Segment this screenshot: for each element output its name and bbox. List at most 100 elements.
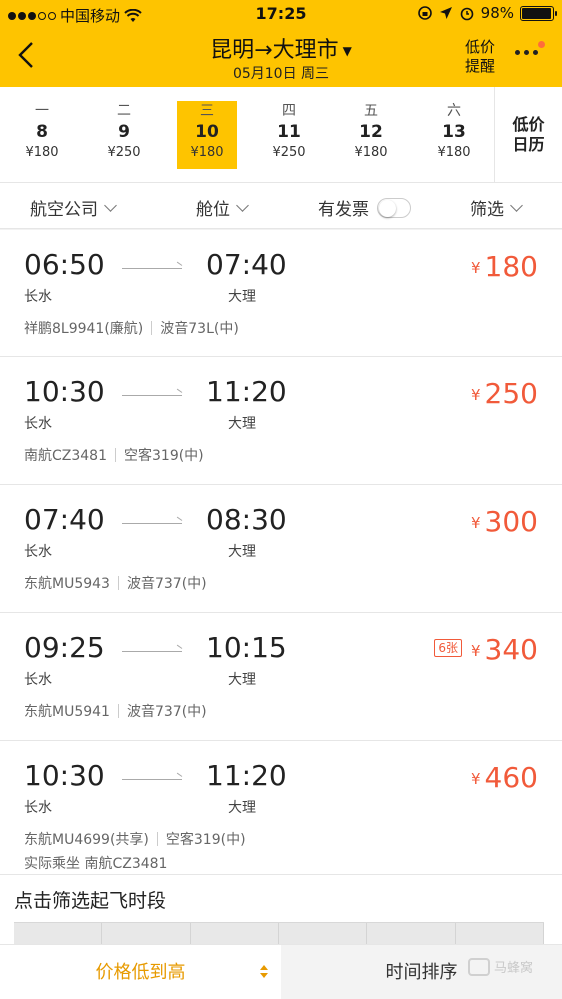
airline-filter[interactable]: 航空公司	[30, 195, 117, 220]
route-arrow-icon	[122, 523, 182, 524]
airline-flight-number: 祥鹏8L9941(廉航)	[24, 321, 144, 337]
weekday: 六	[447, 103, 461, 119]
route-arrow-icon	[122, 395, 182, 396]
flight-details: 东航MU5941 波音737(中)	[24, 701, 207, 721]
departure-time: 06:50	[24, 248, 105, 281]
sort-by-price-label: 价格低到高	[95, 962, 186, 983]
low-price-alert-button[interactable]: 低价提醒	[458, 38, 502, 76]
top-bar: 中国移动 17:25 98% 昆明→大理市 ▼ 05月10日 周三 低价提醒	[0, 0, 562, 87]
sort-bar: 价格低到高 时间排序 马蜂窝	[0, 944, 562, 999]
invoice-toggle[interactable]	[377, 197, 411, 218]
date-item[interactable]: 四 11 ¥250	[259, 101, 319, 169]
watermark-text: 马蜂窝	[494, 961, 534, 976]
flight-price: ¥250	[471, 377, 538, 410]
flight-price: ¥300	[471, 505, 538, 538]
dropdown-caret-icon: ▼	[342, 44, 352, 58]
aircraft-type: 波音737(中)	[126, 576, 207, 592]
flight-card[interactable]: 06:50 07:40 长水 大理 ¥180 祥鹏8L9941(廉航) 波音73…	[0, 230, 562, 357]
low-price-calendar-button[interactable]: 低价日历	[494, 87, 562, 183]
chevron-down-icon	[510, 198, 523, 212]
route-title-text: 昆明→大理市	[210, 38, 339, 63]
day-number: 8	[36, 122, 48, 142]
day-number: 12	[359, 122, 383, 142]
arrival-airport: 大理	[228, 800, 256, 816]
flight-list: 06:50 07:40 长水 大理 ¥180 祥鹏8L9941(廉航) 波音73…	[0, 230, 562, 875]
date-item[interactable]: 五 12 ¥180	[341, 101, 401, 169]
departure-airport: 长水	[24, 416, 52, 432]
divider	[117, 576, 119, 590]
arrival-airport: 大理	[228, 289, 256, 305]
departure-airport: 长水	[24, 800, 52, 816]
sort-by-price-tab[interactable]: 价格低到高	[0, 945, 281, 999]
arrival-time: 11:20	[206, 375, 287, 408]
status-right: 98%	[417, 4, 557, 22]
flight-card[interactable]: 07:40 08:30 长水 大理 ¥300 东航MU5943 波音737(中)	[0, 485, 562, 613]
flight-card[interactable]: 09:25 10:15 长水 大理 6张 ¥340 东航MU5941 波音737…	[0, 613, 562, 741]
currency-symbol: ¥	[471, 514, 481, 532]
day-number: 10	[195, 122, 219, 142]
route-arrow-icon	[122, 268, 182, 269]
invoice-filter: 有发票	[318, 195, 411, 220]
flight-details: 东航MU4699(共享) 空客319(中)	[24, 829, 246, 849]
divider	[151, 321, 153, 335]
date-item[interactable]: 六 13 ¥180	[424, 101, 484, 169]
airline-filter-label: 航空公司	[30, 200, 98, 220]
arrival-airport: 大理	[228, 672, 256, 688]
flight-details: 东航MU5943 波音737(中)	[24, 573, 207, 593]
currency-symbol: ¥	[471, 386, 481, 404]
aircraft-type: 空客319(中)	[124, 448, 204, 464]
more-filter[interactable]: 筛选	[470, 195, 523, 220]
departure-time: 07:40	[24, 503, 105, 536]
price-value: 340	[484, 633, 538, 666]
divider	[156, 832, 158, 846]
departure-airport: 长水	[24, 544, 52, 560]
actual-carrier: 实际乘坐 南航CZ3481	[24, 856, 168, 872]
date-item[interactable]: 一 8 ¥180	[12, 101, 72, 169]
price-value: 250	[484, 377, 538, 410]
date-item[interactable]: 二 9 ¥250	[94, 101, 154, 169]
status-bar: 中国移动 17:25 98%	[0, 0, 562, 28]
departure-time: 10:30	[24, 759, 105, 792]
more-icon[interactable]	[515, 50, 538, 55]
arrival-airport: 大理	[228, 416, 256, 432]
invoice-label: 有发票	[318, 200, 369, 220]
chevron-down-icon	[104, 198, 117, 212]
day-number: 11	[277, 122, 301, 142]
currency-symbol: ¥	[471, 259, 481, 277]
flight-price: ¥340	[471, 633, 538, 666]
departure-airport: 长水	[24, 672, 52, 688]
departure-airport: 长水	[24, 289, 52, 305]
airline-flight-number: 东航MU5943	[24, 576, 110, 592]
battery-percent: 98%	[480, 4, 514, 22]
day-number: 9	[118, 122, 130, 142]
watermark-logo: 马蜂窝	[468, 957, 533, 976]
cabin-filter[interactable]: 舱位	[196, 195, 249, 220]
currency-symbol: ¥	[471, 642, 481, 660]
departure-time: 10:30	[24, 375, 105, 408]
flight-card[interactable]: 10:30 11:20 长水 大理 ¥460 东航MU4699(共享) 空客31…	[0, 741, 562, 875]
day-number: 13	[442, 122, 466, 142]
arrival-time: 11:20	[206, 759, 287, 792]
weekday: 四	[282, 103, 296, 119]
divider	[115, 448, 116, 462]
notification-dot	[538, 41, 545, 48]
flight-details: 祥鹏8L9941(廉航) 波音73L(中)	[24, 318, 239, 338]
arrival-time: 08:30	[206, 503, 287, 536]
filter-label: 筛选	[470, 200, 504, 220]
weekday: 一	[35, 103, 49, 119]
day-price: ¥250	[107, 145, 141, 160]
route-arrow-icon	[122, 651, 182, 652]
currency-symbol: ¥	[471, 770, 481, 788]
watermark-icon	[468, 957, 490, 976]
weekday: 二	[117, 103, 131, 119]
flight-card[interactable]: 10:30 11:20 长水 大理 ¥250 南航CZ3481 空客319(中)	[0, 357, 562, 485]
aircraft-type: 波音737(中)	[126, 704, 207, 720]
sort-icon	[260, 965, 268, 979]
seats-left-badge: 6张	[434, 639, 462, 657]
flight-price: ¥180	[471, 250, 538, 283]
date-item-selected[interactable]: 三 10 ¥180	[177, 101, 237, 169]
airline-flight-number: 东航MU4699(共享)	[24, 832, 149, 848]
rotation-lock-icon	[417, 6, 432, 20]
aircraft-type: 波音73L(中)	[160, 321, 239, 337]
weekday: 三	[200, 103, 214, 119]
